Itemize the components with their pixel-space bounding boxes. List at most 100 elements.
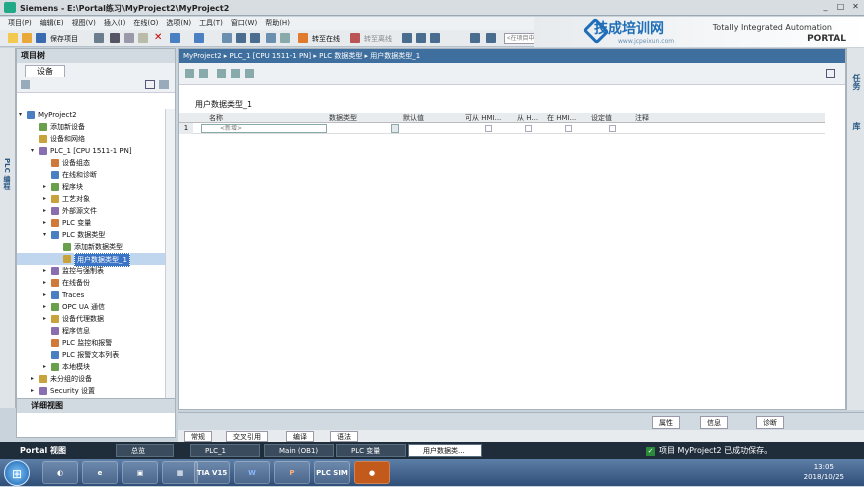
column-header[interactable]: 从 H...: [517, 113, 538, 123]
upload-icon[interactable]: [250, 33, 260, 43]
insert-row-icon[interactable]: [185, 69, 194, 78]
tree-item[interactable]: ▾ PLC 数据类型: [17, 229, 165, 241]
chevron-right-icon[interactable]: ▸: [43, 277, 46, 289]
download-icon[interactable]: [236, 33, 246, 43]
chevron-right-icon[interactable]: ▸: [43, 265, 46, 277]
tree-item[interactable]: ▾ MyProject2: [17, 109, 165, 121]
redo-icon[interactable]: [194, 33, 204, 43]
tree-item[interactable]: ▸ 未分组的设备: [17, 373, 165, 385]
properties-tab[interactable]: 属性: [652, 416, 680, 429]
maximize-icon[interactable]: □: [836, 2, 845, 11]
project-tree-scrollbar[interactable]: [165, 109, 175, 399]
hmi-write-checkbox[interactable]: [525, 125, 532, 132]
go-offline-button[interactable]: 转至离线: [364, 34, 392, 44]
overview-task[interactable]: 总览: [116, 444, 174, 457]
menu-item[interactable]: 帮助(H): [265, 17, 290, 30]
plc1-task[interactable]: PLC_1: [190, 444, 260, 457]
tree-item[interactable]: ▸ PLC 变量: [17, 217, 165, 229]
menu-item[interactable]: 窗口(W): [231, 17, 257, 30]
recorder-icon[interactable]: ●: [354, 461, 390, 484]
chevron-down-icon[interactable]: ▾: [19, 109, 22, 121]
save-icon[interactable]: [36, 33, 46, 43]
sort-icon[interactable]: [21, 80, 30, 89]
close-icon[interactable]: ✕: [851, 2, 860, 11]
window-icon[interactable]: [430, 33, 440, 43]
tree-item[interactable]: 程序信息: [17, 325, 165, 337]
portal-view-button[interactable]: Portal 视图: [20, 445, 66, 456]
tree-item[interactable]: 在线和诊断: [17, 169, 165, 181]
view-toggle-icon[interactable]: [145, 80, 155, 89]
go-online-button[interactable]: 转至在线: [312, 34, 340, 44]
chevron-right-icon[interactable]: ▸: [43, 217, 46, 229]
new-project-icon[interactable]: [8, 33, 18, 43]
word-icon[interactable]: W: [234, 461, 270, 484]
diagnostics-tab[interactable]: 诊断: [756, 416, 784, 429]
menu-item[interactable]: 编辑(E): [40, 17, 64, 30]
menu-item[interactable]: 视图(V): [72, 17, 96, 30]
ie-icon[interactable]: e: [82, 461, 118, 484]
tia-portal-icon[interactable]: TIA V15: [194, 461, 230, 484]
plc-programming-side-tab[interactable]: PLC 编程: [0, 48, 16, 408]
column-header[interactable]: 默认值: [403, 113, 424, 123]
menu-item[interactable]: 插入(I): [104, 17, 126, 30]
accessible-devices-icon[interactable]: [280, 33, 290, 43]
plcsim-icon[interactable]: PLC SIM: [314, 461, 350, 484]
column-header[interactable]: 设定值: [591, 113, 612, 123]
menu-item[interactable]: 在线(O): [133, 17, 158, 30]
tree-item[interactable]: ▸ 监控与强制表: [17, 265, 165, 277]
column-header[interactable]: 数据类型: [329, 113, 357, 123]
tree-item[interactable]: ▸ 在线备份: [17, 277, 165, 289]
tree-item[interactable]: PLC 监控和报警: [17, 337, 165, 349]
column-header[interactable]: 注释: [635, 113, 649, 123]
vertical-split-icon[interactable]: [486, 33, 496, 43]
plc-tags-task[interactable]: PLC 变量: [336, 444, 406, 457]
column-header[interactable]: 在 HMI...: [547, 113, 576, 123]
syntax-tab[interactable]: 语法: [330, 431, 358, 442]
library-tab[interactable]: 库: [851, 122, 862, 130]
chevron-right-icon[interactable]: ▸: [43, 289, 46, 301]
chevron-down-icon[interactable]: ▾: [43, 229, 46, 241]
tree-item[interactable]: ▸ 外部源文件: [17, 205, 165, 217]
setpoint-checkbox[interactable]: [609, 125, 616, 132]
save-project-button[interactable]: 保存项目: [50, 34, 78, 44]
compile-icon[interactable]: [222, 33, 232, 43]
detail-view-header[interactable]: 详细视图: [17, 399, 175, 413]
chevron-down-icon[interactable]: ▾: [31, 145, 34, 157]
data-type-dropdown-icon[interactable]: [391, 124, 399, 133]
chevron-right-icon[interactable]: ▸: [43, 301, 46, 313]
folder-icon[interactable]: ▣: [122, 461, 158, 484]
split-icon[interactable]: [416, 33, 426, 43]
chevron-right-icon[interactable]: ▸: [43, 361, 46, 373]
tree-item[interactable]: 设备和网络: [17, 133, 165, 145]
network-icon[interactable]: ▦: [162, 461, 198, 484]
task-tab[interactable]: 任务: [851, 74, 862, 90]
overview-icon[interactable]: [159, 80, 169, 89]
system-clock[interactable]: 13:05 2018/10/25: [804, 462, 844, 482]
list-icon[interactable]: [245, 69, 254, 78]
chevron-right-icon[interactable]: ▸: [43, 181, 46, 193]
tree-item[interactable]: 设备组态: [17, 157, 165, 169]
column-header[interactable]: 可从 HMI...: [465, 113, 501, 123]
menu-item[interactable]: 选项(N): [166, 17, 191, 30]
print-icon[interactable]: [94, 33, 104, 43]
tree-item[interactable]: ▸ 设备代理数据: [17, 313, 165, 325]
collapse-icon[interactable]: [231, 69, 240, 78]
chevron-right-icon[interactable]: ▸: [31, 385, 34, 397]
paste-icon[interactable]: [138, 33, 148, 43]
tree-item[interactable]: ▸ Security 设置: [17, 385, 165, 397]
table-row[interactable]: 1 <新增>: [179, 123, 825, 134]
explorer-icon[interactable]: ◐: [42, 461, 78, 484]
compile-tab[interactable]: 编译: [286, 431, 314, 442]
add-new-cell[interactable]: <新增>: [201, 124, 327, 133]
expand-icon[interactable]: [217, 69, 226, 78]
chevron-right-icon[interactable]: ▸: [31, 373, 34, 385]
hmi-visible-checkbox[interactable]: [565, 125, 572, 132]
powerpoint-icon[interactable]: P: [274, 461, 310, 484]
copy-icon[interactable]: [124, 33, 134, 43]
cut-icon[interactable]: [110, 33, 120, 43]
tile-icon[interactable]: [402, 33, 412, 43]
tab-devices[interactable]: 设备: [25, 65, 65, 77]
tree-item[interactable]: ▸ 程序块: [17, 181, 165, 193]
minimize-icon[interactable]: _: [821, 2, 830, 11]
horizontal-split-icon[interactable]: [470, 33, 480, 43]
